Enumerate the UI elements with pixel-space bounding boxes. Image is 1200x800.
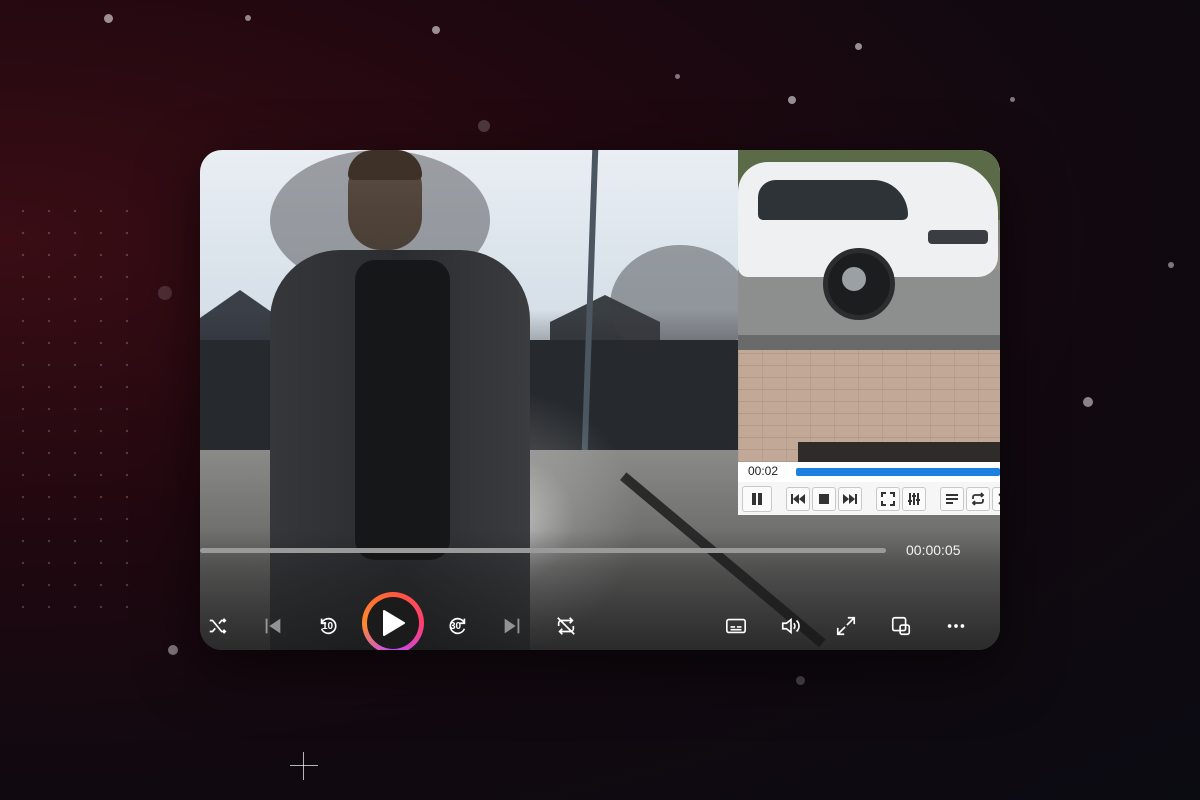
- volume-button[interactable]: [773, 608, 809, 644]
- volume-icon: [781, 617, 800, 635]
- background-star: [788, 96, 796, 104]
- shuffle-icon: [998, 493, 1000, 505]
- background-star: [1010, 97, 1015, 102]
- mini-player-controls: [738, 482, 1000, 515]
- mini-fullscreen-button[interactable]: [876, 487, 900, 511]
- mini-previous-button[interactable]: [786, 487, 810, 511]
- video-person-hair: [348, 150, 422, 180]
- subtitles-button[interactable]: [718, 608, 754, 644]
- mini-player[interactable]: 00:02: [738, 150, 1000, 515]
- car-grille: [928, 230, 988, 244]
- expand-icon: [836, 616, 856, 636]
- background-star: [245, 15, 251, 21]
- stop-icon: [819, 494, 829, 504]
- rewind-button[interactable]: 10: [310, 608, 346, 644]
- video-person-shirt: [355, 260, 450, 560]
- background-star: [1168, 262, 1174, 268]
- pause-icon: [752, 493, 762, 505]
- previous-button[interactable]: [255, 608, 291, 644]
- mini-player-seek-track[interactable]: [796, 468, 1000, 476]
- background-star: [432, 26, 440, 34]
- background-star: [855, 43, 862, 50]
- mini-shuffle-button[interactable]: [992, 487, 1000, 511]
- background-dot-grid: [10, 200, 140, 620]
- more-button[interactable]: [938, 608, 974, 644]
- fullscreen-icon: [881, 492, 895, 506]
- rewind-seconds-label: 10: [322, 621, 334, 632]
- background-star: [1083, 397, 1093, 407]
- subtitles-icon: [726, 618, 746, 634]
- fullscreen-button[interactable]: [828, 608, 864, 644]
- play-button[interactable]: [362, 592, 424, 650]
- elapsed-time: 00:00:05: [906, 542, 961, 558]
- video-player-window[interactable]: 00:02 00:00:05 10 30: [200, 150, 1000, 650]
- play-button-inner: [367, 597, 419, 649]
- mini-player-time: 00:02: [748, 464, 779, 478]
- skip-next-icon: [843, 494, 857, 504]
- car-wheel: [823, 248, 895, 320]
- skip-previous-icon: [791, 494, 805, 504]
- play-icon: [383, 610, 405, 636]
- mini-player-video[interactable]: [738, 150, 1000, 462]
- playlist-icon: [946, 494, 958, 504]
- mini-next-button[interactable]: [838, 487, 862, 511]
- repeat-off-icon: [557, 617, 575, 635]
- repeat-button[interactable]: [548, 608, 584, 644]
- shuffle-icon: [209, 618, 227, 634]
- background-star: [675, 74, 680, 79]
- background-star: [796, 676, 805, 685]
- mini-pause-button[interactable]: [742, 486, 772, 512]
- previous-icon: [265, 618, 281, 634]
- equalizer-icon: [908, 493, 920, 505]
- mini-loop-button[interactable]: [966, 487, 990, 511]
- mini-stop-button[interactable]: [812, 487, 836, 511]
- mini-player-icon: [891, 616, 911, 636]
- mini-video-grate: [798, 442, 1000, 462]
- mini-playlist-button[interactable]: [940, 487, 964, 511]
- forward-seconds-label: 30: [450, 621, 462, 632]
- next-button[interactable]: [494, 608, 530, 644]
- car-window: [758, 180, 908, 220]
- background-star: [168, 645, 178, 655]
- loop-icon: [971, 492, 985, 506]
- forward-button[interactable]: 30: [440, 608, 476, 644]
- background-star: [158, 286, 172, 300]
- mini-player-button[interactable]: [883, 608, 919, 644]
- seek-bar[interactable]: [200, 548, 886, 553]
- background-star: [104, 14, 113, 23]
- background-star: [478, 120, 490, 132]
- more-icon: [947, 624, 965, 628]
- shuffle-button[interactable]: [200, 608, 236, 644]
- mini-equalizer-button[interactable]: [902, 487, 926, 511]
- background-plus: [290, 752, 318, 780]
- next-icon: [504, 618, 520, 634]
